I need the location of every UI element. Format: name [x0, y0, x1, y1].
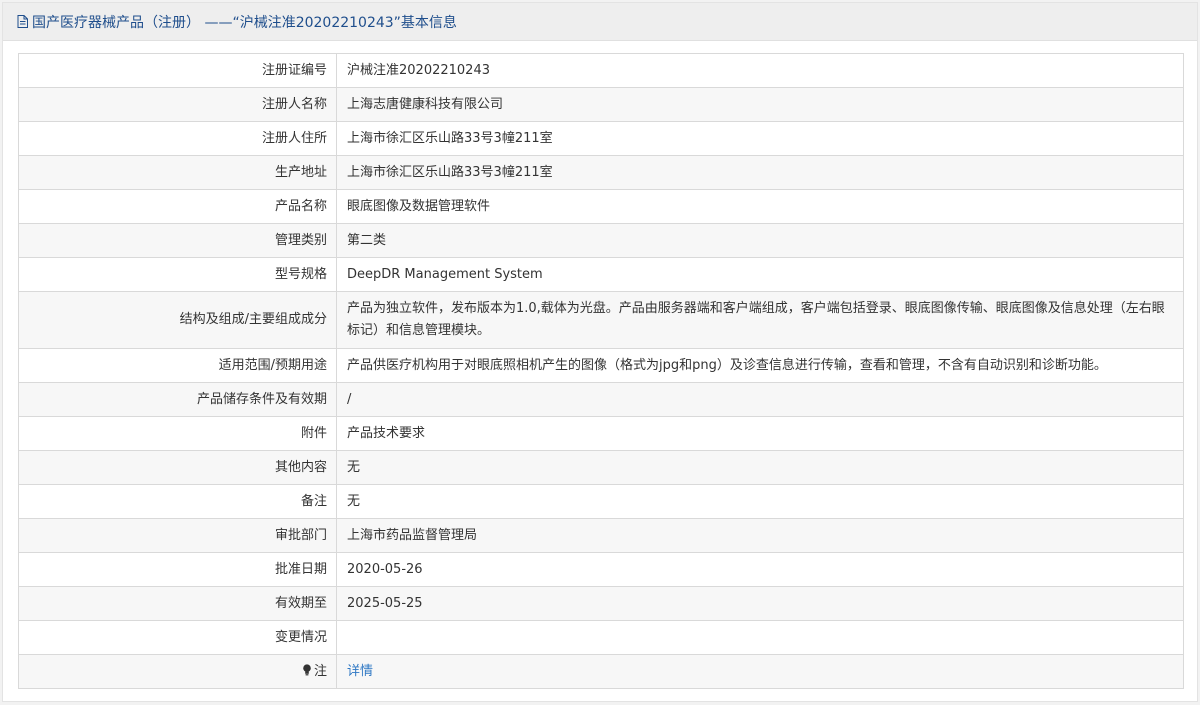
table-row: 注册人住所 上海市徐汇区乐山路33号3幢211室 — [18, 121, 1184, 156]
row-label: 产品名称 — [18, 189, 337, 224]
row-value: 产品供医疗机构用于对眼底照相机产生的图像（格式为jpg和png）及诊查信息进行传… — [336, 348, 1184, 383]
info-table: 注册证编号 沪械注准20202210243 注册人名称 上海志唐健康科技有限公司… — [18, 53, 1184, 689]
row-value — [336, 620, 1184, 655]
row-value: 无 — [336, 450, 1184, 485]
row-value: 2025-05-25 — [336, 586, 1184, 621]
document-icon — [17, 15, 28, 28]
row-value: 上海市徐汇区乐山路33号3幢211室 — [336, 155, 1184, 190]
note-value-cell: 详情 — [336, 654, 1184, 689]
note-label: 注 — [313, 663, 327, 679]
table-row: 备注 无 — [18, 484, 1184, 519]
row-label: 产品储存条件及有效期 — [18, 382, 337, 417]
table-row: 其他内容 无 — [18, 450, 1184, 485]
table-row: 型号规格 DeepDR Management System — [18, 257, 1184, 292]
table-row: 变更情况 — [18, 620, 1184, 655]
row-value: 上海志唐健康科技有限公司 — [336, 87, 1184, 122]
row-label: 审批部门 — [18, 518, 337, 553]
row-label: 有效期至 — [18, 586, 337, 621]
row-label: 备注 — [18, 484, 337, 519]
note-row: 注 详情 — [18, 654, 1184, 689]
row-label: 注册证编号 — [18, 53, 337, 88]
table-row: 管理类别 第二类 — [18, 223, 1184, 258]
row-value: 第二类 — [336, 223, 1184, 258]
row-value: 沪械注准20202210243 — [336, 53, 1184, 88]
table-row: 结构及组成/主要组成成分 产品为独立软件，发布版本为1.0,载体为光盘。产品由服… — [18, 291, 1184, 349]
row-label: 其他内容 — [18, 450, 337, 485]
row-label: 型号规格 — [18, 257, 337, 292]
row-label: 批准日期 — [18, 552, 337, 587]
row-label: 注册人住所 — [18, 121, 337, 156]
row-value: 眼底图像及数据管理软件 — [336, 189, 1184, 224]
table-row: 附件 产品技术要求 — [18, 416, 1184, 451]
row-value: 无 — [336, 484, 1184, 519]
table-row: 生产地址 上海市徐汇区乐山路33号3幢211室 — [18, 155, 1184, 190]
row-value: 上海市药品监督管理局 — [336, 518, 1184, 553]
table-row: 注册人名称 上海志唐健康科技有限公司 — [18, 87, 1184, 122]
row-value: 产品技术要求 — [336, 416, 1184, 451]
row-label: 变更情况 — [18, 620, 337, 655]
table-row: 产品名称 眼底图像及数据管理软件 — [18, 189, 1184, 224]
row-label: 管理类别 — [18, 223, 337, 258]
row-value: 2020-05-26 — [336, 552, 1184, 587]
row-label: 适用范围/预期用途 — [18, 348, 337, 383]
info-panel: 国产医疗器械产品（注册） ——“沪械注准20202210243”基本信息 注册证… — [2, 2, 1198, 702]
panel-title: 国产医疗器械产品（注册） ——“沪械注准20202210243”基本信息 — [32, 14, 457, 31]
row-label: 结构及组成/主要组成成分 — [18, 291, 337, 349]
row-value: 上海市徐汇区乐山路33号3幢211室 — [336, 121, 1184, 156]
detail-link[interactable]: 详情 — [347, 664, 373, 679]
table-row: 有效期至 2025-05-25 — [18, 586, 1184, 621]
lightbulb-icon — [302, 662, 312, 675]
table-row: 审批部门 上海市药品监督管理局 — [18, 518, 1184, 553]
row-value: DeepDR Management System — [336, 257, 1184, 292]
table-row: 产品储存条件及有效期 / — [18, 382, 1184, 417]
row-label: 生产地址 — [18, 155, 337, 190]
row-value: 产品为独立软件，发布版本为1.0,载体为光盘。产品由服务器端和客户端组成，客户端… — [336, 291, 1184, 349]
table-row: 批准日期 2020-05-26 — [18, 552, 1184, 587]
panel-header: 国产医疗器械产品（注册） ——“沪械注准20202210243”基本信息 — [3, 3, 1197, 41]
row-value: / — [336, 382, 1184, 417]
table-row: 注册证编号 沪械注准20202210243 — [18, 53, 1184, 88]
table-row: 适用范围/预期用途 产品供医疗机构用于对眼底照相机产生的图像（格式为jpg和pn… — [18, 348, 1184, 383]
note-label-cell: 注 — [18, 654, 337, 689]
row-label: 附件 — [18, 416, 337, 451]
row-label: 注册人名称 — [18, 87, 337, 122]
